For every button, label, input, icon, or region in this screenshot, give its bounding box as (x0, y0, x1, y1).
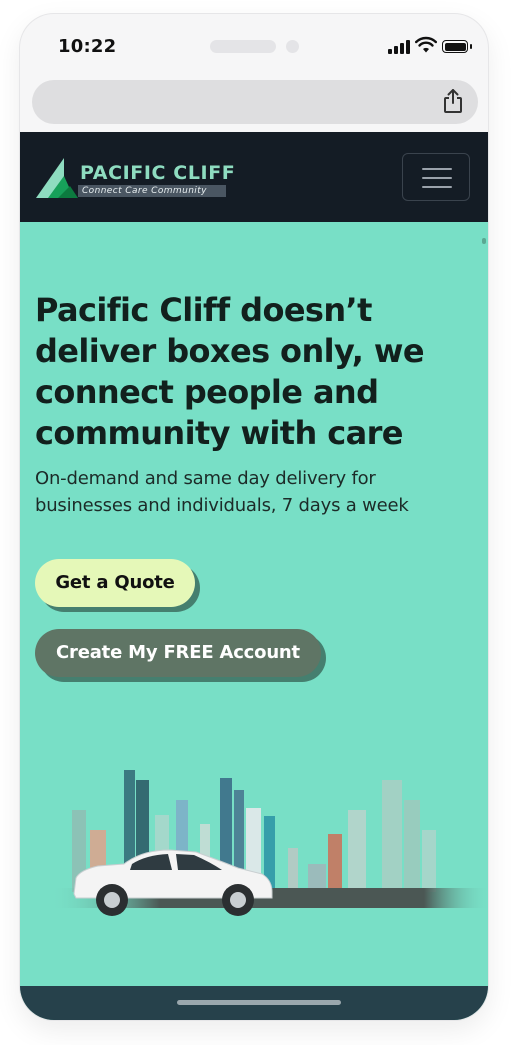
site-navbar: PACIFIC CLIFF Connect Care Community (20, 132, 488, 222)
hamburger-icon (422, 168, 452, 170)
create-account-button[interactable]: Create My FREE Account (35, 629, 321, 677)
status-bar: 10:22 (20, 14, 488, 74)
wifi-icon (415, 36, 437, 53)
battery-icon (442, 40, 472, 53)
get-a-quote-button[interactable]: Get a Quote (35, 559, 195, 607)
status-time: 10:22 (58, 36, 117, 57)
logo-tagline: Connect Care Community (78, 185, 226, 197)
scrollbar-thumb[interactable] (482, 238, 486, 244)
mountain-logo-icon (36, 158, 78, 198)
signal-icon (388, 38, 410, 54)
website-viewport: PACIFIC CLIFF Connect Care Community Pac… (20, 132, 488, 1020)
dynamic-island-pill (210, 40, 276, 53)
logo-title: PACIFIC CLIFF (80, 162, 236, 184)
pacific-cliff-logo[interactable]: PACIFIC CLIFF Connect Care Community (34, 156, 235, 202)
hero-headline: Pacific Cliff doesn’t deliver boxes only… (35, 291, 425, 452)
hero-subtext: On-demand and same day delivery for busi… (35, 468, 409, 516)
dynamic-island-camera (286, 40, 299, 53)
city-car-illustration (50, 770, 488, 916)
share-icon[interactable] (442, 88, 464, 114)
home-indicator[interactable] (177, 1000, 341, 1005)
address-bar[interactable] (32, 80, 478, 124)
hamburger-menu-button[interactable] (402, 153, 470, 201)
phone-frame: 10:22 PACIFIC CLIFF Connect Care Communi… (20, 14, 488, 1020)
